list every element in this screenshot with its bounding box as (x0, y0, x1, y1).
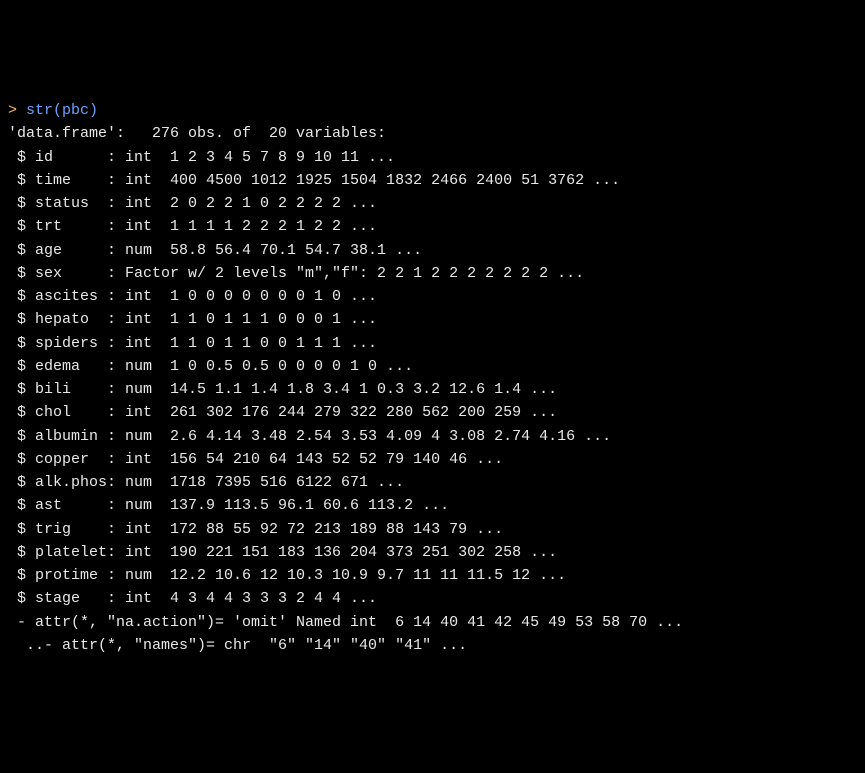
output-variable-line: $ stage : int 4 3 4 4 3 3 3 2 4 4 ... (8, 587, 857, 610)
output-variable-line: $ age : num 58.8 56.4 70.1 54.7 38.1 ... (8, 239, 857, 262)
output-variable-line: $ chol : int 261 302 176 244 279 322 280… (8, 401, 857, 424)
output-variable-line: $ spiders : int 1 1 0 1 1 0 0 1 1 1 ... (8, 332, 857, 355)
output-variable-line: $ copper : int 156 54 210 64 143 52 52 7… (8, 448, 857, 471)
output-variables: $ id : int 1 2 3 4 5 7 8 9 10 11 ... $ t… (8, 146, 857, 611)
output-variable-line: $ protime : num 12.2 10.6 12 10.3 10.9 9… (8, 564, 857, 587)
output-variable-line: $ albumin : num 2.6 4.14 3.48 2.54 3.53 … (8, 425, 857, 448)
command-line: > str(pbc) (8, 99, 857, 122)
output-variable-line: $ bili : num 14.5 1.1 1.4 1.8 3.4 1 0.3 … (8, 378, 857, 401)
output-variable-line: $ ascites : int 1 0 0 0 0 0 0 0 1 0 ... (8, 285, 857, 308)
output-variable-line: $ edema : num 1 0 0.5 0.5 0 0 0 0 1 0 ..… (8, 355, 857, 378)
output-variable-line: $ sex : Factor w/ 2 levels "m","f": 2 2 … (8, 262, 857, 285)
prompt-symbol: > (8, 102, 26, 119)
output-variable-line: $ trt : int 1 1 1 1 2 2 2 1 2 2 ... (8, 215, 857, 238)
output-variable-line: $ status : int 2 0 2 2 1 0 2 2 2 2 ... (8, 192, 857, 215)
output-variable-line: $ ast : num 137.9 113.5 96.1 60.6 113.2 … (8, 494, 857, 517)
command-text: str(pbc) (26, 102, 98, 119)
output-attr-na-action: - attr(*, "na.action")= 'omit' Named int… (8, 611, 857, 634)
output-attr-names: ..- attr(*, "names")= chr "6" "14" "40" … (8, 634, 857, 657)
output-variable-line: $ trig : int 172 88 55 92 72 213 189 88 … (8, 518, 857, 541)
output-variable-line: $ time : int 400 4500 1012 1925 1504 183… (8, 169, 857, 192)
output-variable-line: $ alk.phos: num 1718 7395 516 6122 671 .… (8, 471, 857, 494)
output-header: 'data.frame': 276 obs. of 20 variables: (8, 122, 857, 145)
output-variable-line: $ platelet: int 190 221 151 183 136 204 … (8, 541, 857, 564)
output-variable-line: $ hepato : int 1 1 0 1 1 1 0 0 0 1 ... (8, 308, 857, 331)
output-variable-line: $ id : int 1 2 3 4 5 7 8 9 10 11 ... (8, 146, 857, 169)
